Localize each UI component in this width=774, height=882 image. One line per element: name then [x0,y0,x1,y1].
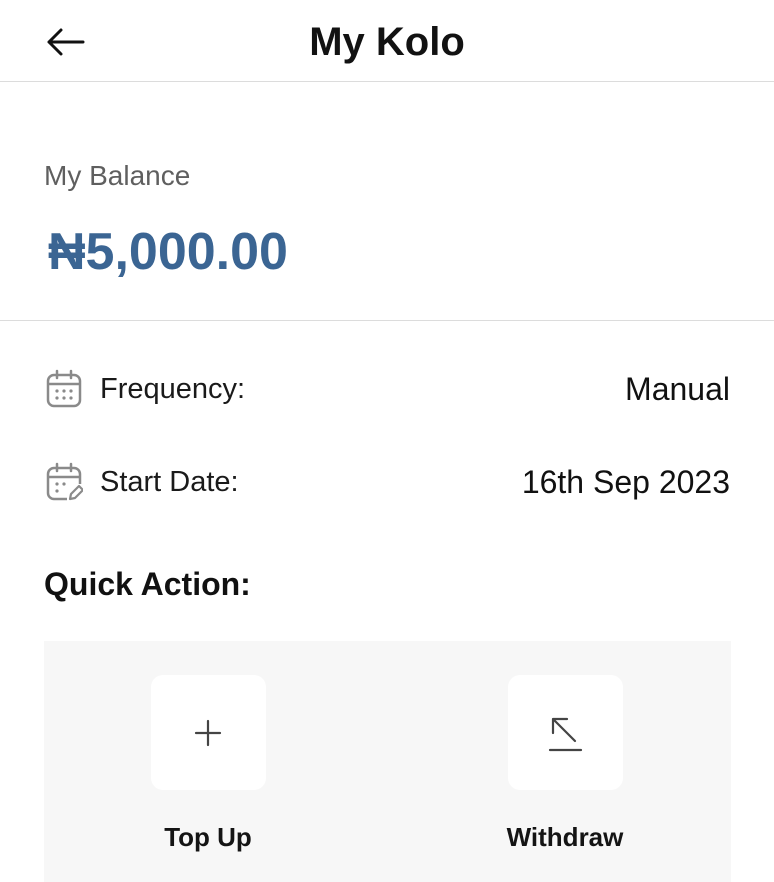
top-up-label: Top Up [164,822,252,852]
start-date-value: 16th Sep 2023 [521,463,730,500]
withdraw-label: Withdraw [506,822,624,852]
start-date-row: Start Date: 16th Sep 2023 [44,457,730,507]
balance-label: My Balance [44,160,191,191]
frequency-value: Manual [625,370,730,407]
plus-icon [194,719,222,746]
withdraw-button[interactable]: Withdraw [465,675,665,865]
balance-card: My Balance ₦5,000.00 [0,82,774,321]
top-up-button[interactable]: Top Up [108,675,308,865]
quick-action-panel: Top Up Withdraw [44,641,731,882]
page-title: My Kolo [309,20,465,64]
calendar-icon [44,369,84,409]
frequency-row: Frequency: Manual [44,364,730,414]
calendar-edit-icon [44,462,84,502]
app-header: My Kolo [0,0,774,82]
withdraw-tile[interactable] [507,675,623,790]
quick-action-title: Quick Action: [44,566,251,602]
frequency-label: Frequency: [100,372,246,405]
arrow-up-left-icon [548,717,583,751]
start-date-label: Start Date: [100,465,239,498]
balance-amount: ₦5,000.00 [48,223,288,281]
top-up-tile[interactable] [150,675,266,790]
